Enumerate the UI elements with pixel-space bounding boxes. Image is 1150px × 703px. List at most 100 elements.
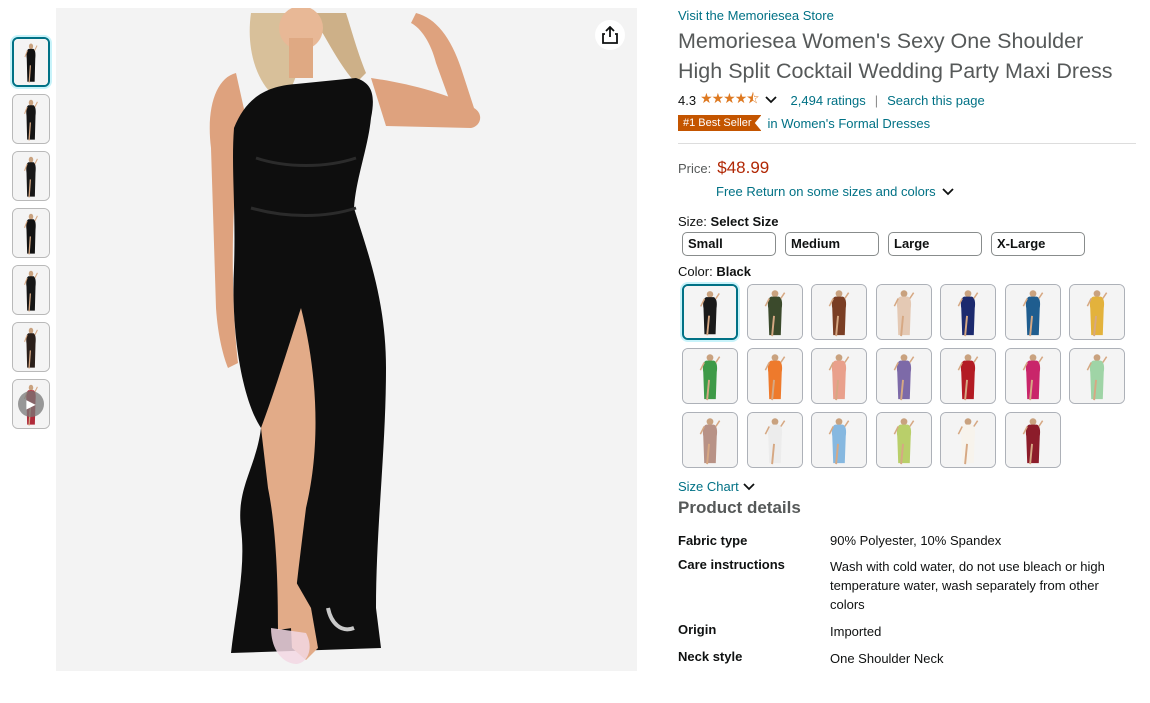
divider (678, 143, 1136, 144)
color-swatch[interactable] (1004, 348, 1061, 404)
detail-value: 90% Polyester, 10% Spandex (830, 533, 1002, 548)
color-swatch[interactable] (746, 348, 803, 404)
color-swatch[interactable] (682, 348, 738, 404)
product-info-panel: Visit the Memoriesea Store Memoriesea Wo… (678, 8, 1138, 676)
size-option-small[interactable]: Small (682, 232, 776, 256)
color-swatch[interactable] (875, 412, 932, 468)
free-return-link[interactable]: Free Return on some sizes and colors (716, 184, 1138, 199)
dress-thumbnail-image (13, 323, 49, 371)
product-thumbnail[interactable] (12, 322, 50, 372)
color-label: Color: (678, 264, 713, 279)
play-video-icon: ▶ (18, 391, 44, 417)
detail-key: Neck style (678, 649, 743, 664)
price-label: Price: (678, 161, 712, 176)
color-selected: Black (716, 264, 752, 279)
share-button[interactable] (595, 20, 625, 50)
product-thumbnail[interactable] (12, 37, 50, 87)
dress-thumbnail-image (683, 413, 737, 467)
color-swatch[interactable] (746, 412, 803, 468)
detail-value: Imported (830, 624, 882, 639)
dress-thumbnail-image (941, 349, 995, 403)
product-details-heading: Product details (678, 498, 801, 517)
best-seller-category-link[interactable]: in Women's Formal Dresses (767, 116, 930, 131)
color-swatch[interactable] (811, 412, 867, 468)
size-option-large[interactable]: Large (888, 232, 982, 256)
detail-row: Fabric type 90% Polyester, 10% Spandex (678, 532, 1138, 549)
chevron-down-icon[interactable] (764, 96, 777, 104)
dress-thumbnail-image (812, 349, 866, 403)
size-selector-label: Size: Select Size (678, 214, 1138, 229)
product-title: Memoriesea Women's Sexy One Shoulder Hig… (678, 29, 1113, 83)
dress-photo (56, 8, 637, 671)
product-thumbnail[interactable] (12, 94, 50, 144)
free-return-text: Free Return on some sizes and colors (716, 184, 936, 199)
color-swatch[interactable] (1004, 412, 1061, 468)
rating-value: 4.3 (678, 92, 697, 108)
share-icon (602, 26, 618, 44)
dress-thumbnail-image (1005, 285, 1060, 339)
dress-thumbnail-image (1070, 285, 1124, 339)
dress-thumbnail-image (812, 413, 866, 467)
detail-value: Wash with cold water, do not use bleach … (830, 559, 1105, 612)
color-swatch[interactable] (682, 284, 738, 340)
dress-thumbnail-image (14, 39, 48, 85)
dress-thumbnail-image (1005, 413, 1060, 467)
dress-thumbnail-image (13, 152, 49, 200)
product-thumbnail[interactable]: ▶ (12, 379, 50, 429)
detail-key: Care instructions (678, 557, 785, 572)
size-chart-link[interactable]: Size Chart (678, 479, 1138, 494)
size-options: Small Medium Large X-Large (682, 232, 1138, 256)
color-selector-label: Color: Black (678, 264, 1138, 279)
dress-thumbnail-image (684, 286, 736, 338)
color-swatch[interactable] (940, 412, 996, 468)
main-product-image[interactable] (56, 8, 637, 671)
color-swatch[interactable] (1004, 284, 1061, 340)
ratings-count-link[interactable]: 2,494 ratings (791, 93, 866, 108)
color-swatches (682, 284, 1138, 468)
search-page-link[interactable]: Search this page (887, 93, 985, 108)
color-swatch[interactable] (875, 284, 932, 340)
size-option-x-large[interactable]: X-Large (991, 232, 1085, 256)
detail-row: Origin Imported (678, 622, 1138, 641)
dress-thumbnail-image (683, 349, 737, 403)
dress-thumbnail-image (13, 266, 49, 314)
dress-thumbnail-image (941, 413, 995, 467)
price-value: $48.99 (717, 158, 770, 177)
detail-value: One Shoulder Neck (830, 651, 944, 666)
detail-row: Neck style One Shoulder Neck (678, 649, 1138, 668)
dress-thumbnail-image (747, 413, 802, 467)
best-seller-badge[interactable]: #1 Best Seller (678, 115, 762, 131)
dress-thumbnail-image (941, 285, 995, 339)
product-thumbnail[interactable] (12, 208, 50, 258)
thumbnail-list: ▶ (12, 37, 52, 436)
color-swatch[interactable] (940, 348, 996, 404)
color-swatch[interactable] (746, 284, 803, 340)
product-thumbnail[interactable] (12, 265, 50, 315)
product-details-table: Fabric type 90% Polyester, 10% Spandex C… (678, 532, 1138, 668)
detail-row: Care instructions Wash with cold water, … (678, 557, 1138, 614)
dress-thumbnail-image (876, 413, 931, 467)
color-swatch[interactable] (1069, 284, 1125, 340)
color-swatch[interactable] (875, 348, 932, 404)
size-chart-text: Size Chart (678, 479, 739, 494)
size-option-medium[interactable]: Medium (785, 232, 879, 256)
dress-thumbnail-image (747, 285, 802, 339)
color-swatch[interactable] (811, 348, 867, 404)
dress-thumbnail-image (1005, 349, 1060, 403)
separator: | (874, 92, 879, 108)
color-swatch[interactable] (811, 284, 867, 340)
color-swatch[interactable] (682, 412, 738, 468)
color-swatch[interactable] (940, 284, 996, 340)
chevron-down-icon (743, 482, 755, 490)
star-rating-icon[interactable]: ★★★★⯪ (700, 88, 759, 112)
color-swatch[interactable] (1069, 348, 1125, 404)
dress-thumbnail-image (13, 95, 49, 143)
product-thumbnail[interactable] (12, 151, 50, 201)
dress-thumbnail-image (876, 285, 931, 339)
dress-thumbnail-image (1070, 349, 1124, 403)
dress-thumbnail-image (747, 349, 802, 403)
dress-thumbnail-image (13, 209, 49, 257)
detail-key: Origin (678, 622, 717, 637)
store-link[interactable]: Visit the Memoriesea Store (678, 8, 1138, 23)
rating-row: 4.3 ★★★★⯪ 2,494 ratings | Search this pa… (678, 90, 1138, 110)
